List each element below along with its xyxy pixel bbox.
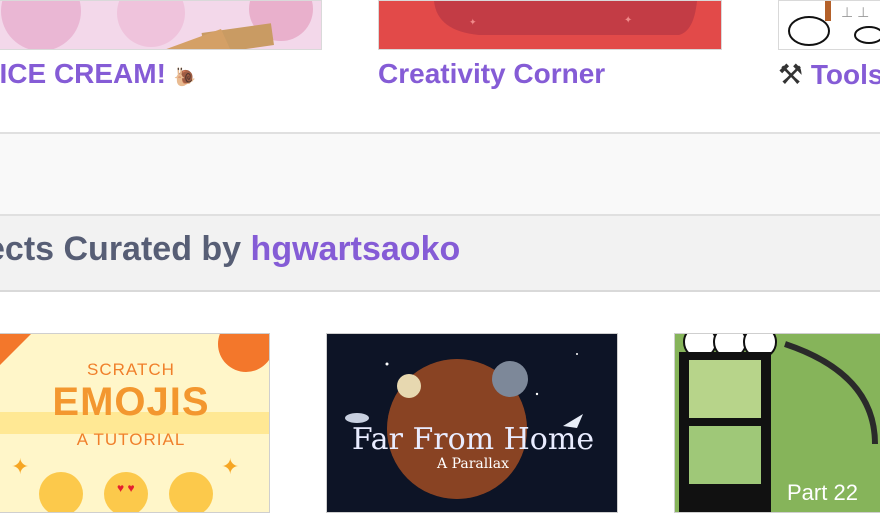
project-thumbnail-creativity-corner[interactable]: ✦ ✦ xyxy=(378,0,722,50)
project-thumbnail-far-from-home[interactable]: Far From Home A Parallax xyxy=(326,333,618,513)
project-thumbnail-scratch-emojis[interactable]: ✦ ✦ ♥ ♥ SCRATCH EMOJIS A TUTORIAL xyxy=(0,333,270,513)
project-title-ice-cream[interactable]: • ICE CREAM! 🐌 xyxy=(0,58,196,90)
curator-username-link[interactable]: hgwartsaoko xyxy=(251,230,461,268)
svg-text:✦: ✦ xyxy=(469,17,477,27)
project-thumbnail-tools[interactable]: ⊥ ⊥ xyxy=(778,0,880,50)
svg-text:⊥ ⊥: ⊥ ⊥ xyxy=(841,4,869,20)
project-title-tools[interactable]: ⚒ Tools xyxy=(778,58,880,91)
svg-text:✦: ✦ xyxy=(221,454,239,479)
curated-heading: ects Curated by hgwartsaoko xyxy=(0,230,461,268)
snail-icon: 🐌 xyxy=(173,67,197,87)
project-title-creativity-corner[interactable]: Creativity Corner xyxy=(378,58,605,90)
svg-text:♥ ♥: ♥ ♥ xyxy=(117,481,135,495)
svg-text:✦: ✦ xyxy=(624,15,632,26)
hammer-pick-icon: ⚒ xyxy=(778,59,804,90)
project-thumbnail-ice-cream[interactable] xyxy=(0,0,322,50)
svg-text:✦: ✦ xyxy=(11,454,29,479)
project-thumbnail-part-22[interactable]: Part 22 xyxy=(674,333,880,513)
section-spacer xyxy=(0,132,880,216)
